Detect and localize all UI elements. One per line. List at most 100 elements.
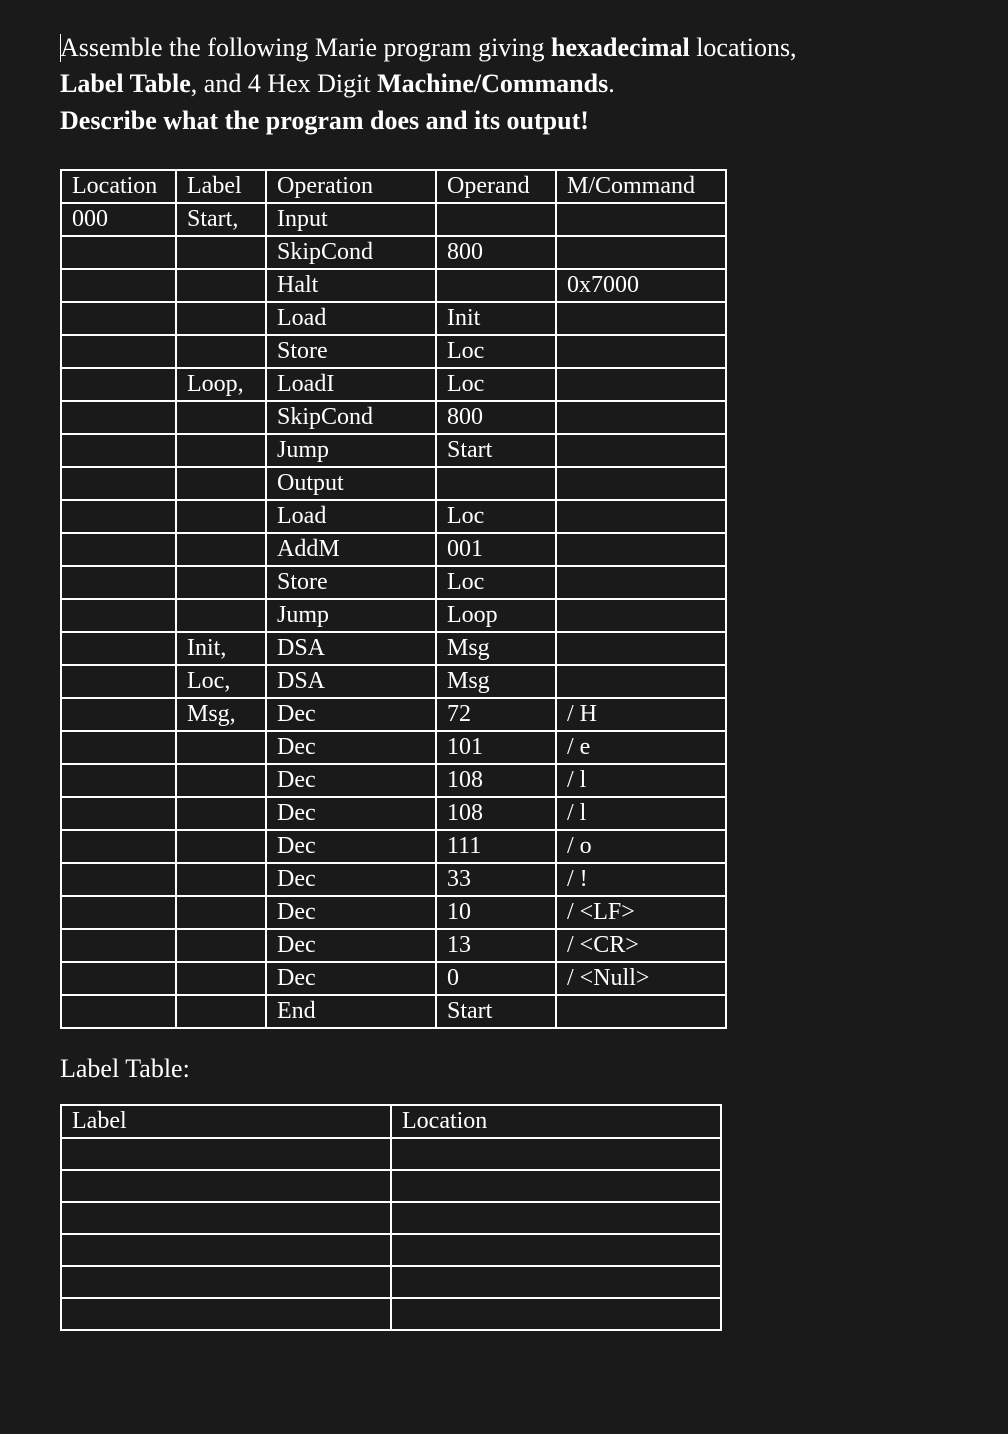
cell-operand: 33 — [436, 863, 556, 896]
cell-operation: Halt — [266, 269, 436, 302]
main-table-header-row: Location Label Operation Operand M/Comma… — [61, 170, 726, 203]
cell-label — [61, 1234, 391, 1266]
cell-operation: Output — [266, 467, 436, 500]
cell-location — [61, 401, 176, 434]
cell-command: / o — [556, 830, 726, 863]
instruction-text-2: locations, — [690, 33, 797, 62]
cell-operation: Jump — [266, 434, 436, 467]
cell-operand: 10 — [436, 896, 556, 929]
cell-command — [556, 566, 726, 599]
cell-location: 000 — [61, 203, 176, 236]
cell-label — [176, 533, 266, 566]
cell-label — [61, 1298, 391, 1330]
cell-command — [556, 203, 726, 236]
table-row: Dec0/ <Null> — [61, 962, 726, 995]
cell-label — [176, 467, 266, 500]
instruction-bold-2: Label Table — [60, 69, 191, 98]
cell-location — [61, 632, 176, 665]
cell-operation: Load — [266, 302, 436, 335]
cell-label — [176, 962, 266, 995]
cell-command: / H — [556, 698, 726, 731]
cell-operation: SkipCond — [266, 401, 436, 434]
cell-command — [556, 995, 726, 1028]
cell-label: Loop, — [176, 368, 266, 401]
instructions-block: Assemble the following Marie program giv… — [60, 30, 948, 139]
cell-label — [176, 401, 266, 434]
table-row — [61, 1202, 721, 1234]
cell-operand: 13 — [436, 929, 556, 962]
cell-location — [61, 467, 176, 500]
cell-operation: Dec — [266, 863, 436, 896]
cell-command: 0x7000 — [556, 269, 726, 302]
cell-location — [61, 500, 176, 533]
cell-operand: Msg — [436, 665, 556, 698]
cell-operand: 0 — [436, 962, 556, 995]
cell-location — [61, 797, 176, 830]
cell-command — [556, 401, 726, 434]
cell-label — [176, 830, 266, 863]
table-row: JumpLoop — [61, 599, 726, 632]
table-row: EndStart — [61, 995, 726, 1028]
instruction-bold-4: Describe what the program does and its o… — [60, 106, 589, 135]
table-row: SkipCond800 — [61, 236, 726, 269]
cell-location — [391, 1234, 721, 1266]
table-row — [61, 1234, 721, 1266]
cell-label — [176, 566, 266, 599]
cell-operation: DSA — [266, 665, 436, 698]
cell-command — [556, 368, 726, 401]
cell-location — [61, 731, 176, 764]
cell-label — [176, 434, 266, 467]
table-row — [61, 1266, 721, 1298]
cell-operation: Dec — [266, 764, 436, 797]
table-row: LoadInit — [61, 302, 726, 335]
cell-location — [61, 533, 176, 566]
cell-command: / l — [556, 764, 726, 797]
cell-location — [61, 764, 176, 797]
cell-operation: Load — [266, 500, 436, 533]
table-row: Halt 0x7000 — [61, 269, 726, 302]
instruction-text-1: Assemble the following Marie program giv… — [60, 33, 551, 62]
cell-location — [391, 1202, 721, 1234]
table-row: Dec101/ e — [61, 731, 726, 764]
cell-location — [61, 368, 176, 401]
cell-label: Init, — [176, 632, 266, 665]
cell-operand: 001 — [436, 533, 556, 566]
cell-location — [391, 1298, 721, 1330]
cell-command: / ! — [556, 863, 726, 896]
cell-command — [556, 533, 726, 566]
cell-location — [391, 1266, 721, 1298]
table-row: Dec33/ ! — [61, 863, 726, 896]
table-row: Loop,LoadILoc — [61, 368, 726, 401]
instruction-text-4: . — [608, 69, 615, 98]
cell-command: / l — [556, 797, 726, 830]
table-row: StoreLoc — [61, 335, 726, 368]
cell-command — [556, 335, 726, 368]
cell-location — [61, 962, 176, 995]
cell-label: Start, — [176, 203, 266, 236]
cell-location — [61, 566, 176, 599]
cell-operand: Loc — [436, 500, 556, 533]
cell-operation: End — [266, 995, 436, 1028]
table-row: 000Start,Input — [61, 203, 726, 236]
cell-label — [176, 302, 266, 335]
cell-operand: Msg — [436, 632, 556, 665]
cell-label — [176, 995, 266, 1028]
cell-operation: Dec — [266, 830, 436, 863]
cell-operand: Loop — [436, 599, 556, 632]
cell-location — [61, 269, 176, 302]
cell-label — [61, 1170, 391, 1202]
cell-command: / <LF> — [556, 896, 726, 929]
cell-operand: Start — [436, 434, 556, 467]
cell-operand: 108 — [436, 797, 556, 830]
cell-operation: Dec — [266, 962, 436, 995]
table-row — [61, 1138, 721, 1170]
header-operand: Operand — [436, 170, 556, 203]
table-row: Init,DSAMsg — [61, 632, 726, 665]
cell-operand: 800 — [436, 236, 556, 269]
cell-operation: Dec — [266, 698, 436, 731]
cell-operand: 108 — [436, 764, 556, 797]
header-label: Label — [176, 170, 266, 203]
table-row — [61, 1170, 721, 1202]
cell-location — [61, 599, 176, 632]
cell-label — [176, 896, 266, 929]
